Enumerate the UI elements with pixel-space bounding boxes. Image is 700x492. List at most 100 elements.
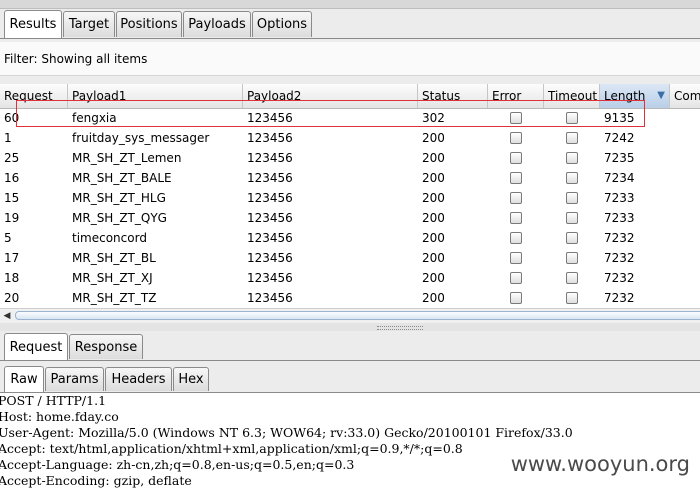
cell-request: 25 bbox=[4, 151, 20, 165]
filter-bar[interactable]: Filter: Showing all items bbox=[0, 42, 700, 76]
tab-request-label: Request bbox=[9, 339, 63, 355]
cell-length: 7242 bbox=[604, 131, 635, 145]
error-checkbox[interactable] bbox=[510, 132, 522, 144]
tab-divider bbox=[0, 38, 700, 39]
error-checkbox[interactable] bbox=[510, 252, 522, 264]
error-checkbox[interactable] bbox=[510, 272, 522, 284]
timeout-checkbox[interactable] bbox=[566, 292, 578, 304]
cell-payload1: MR_SH_ZT_HLG bbox=[72, 191, 166, 205]
timeout-checkbox[interactable] bbox=[566, 252, 578, 264]
cell-payload2: 123456 bbox=[247, 271, 293, 285]
filter-label: Filter: Showing all items bbox=[4, 51, 148, 66]
tab-params-label: Params bbox=[50, 372, 99, 387]
timeout-checkbox[interactable] bbox=[566, 232, 578, 244]
timeout-checkbox[interactable] bbox=[566, 172, 578, 184]
cell-length: 7232 bbox=[604, 251, 635, 265]
cell-status: 200 bbox=[422, 291, 445, 305]
request-header-host: Host: home.fday.co bbox=[0, 409, 119, 424]
tab-headers[interactable]: Headers bbox=[105, 367, 172, 391]
cell-payload1: fruitday_sys_messager bbox=[72, 131, 210, 145]
highlight-box bbox=[16, 100, 645, 127]
table-row[interactable]: 16 MR_SH_ZT_BALE 123456 200 7234 bbox=[0, 168, 700, 188]
cell-length: 7233 bbox=[604, 211, 635, 225]
raw-request-editor[interactable]: POST / HTTP/1.1 Host: home.fday.co User-… bbox=[0, 393, 700, 492]
table-row[interactable]: 1 fruitday_sys_messager 123456 200 7242 bbox=[0, 128, 700, 148]
tab-positions-label: Positions bbox=[120, 17, 178, 32]
cell-status: 200 bbox=[422, 271, 445, 285]
tab-payloads[interactable]: Payloads bbox=[183, 11, 251, 37]
cell-request: 20 bbox=[4, 291, 20, 305]
cell-request: 17 bbox=[4, 251, 20, 265]
tab-results[interactable]: Results bbox=[4, 10, 62, 38]
pane-splitter[interactable] bbox=[0, 323, 700, 331]
message-tab-divider bbox=[0, 360, 700, 361]
watermark: www.wooyun.org bbox=[510, 452, 690, 476]
tab-target[interactable]: Target bbox=[63, 11, 115, 37]
cell-payload2: 123456 bbox=[247, 231, 293, 245]
tab-params[interactable]: Params bbox=[45, 367, 104, 391]
tab-hex-label: Hex bbox=[178, 372, 204, 387]
table-row[interactable]: 17 MR_SH_ZT_BL 123456 200 7232 bbox=[0, 248, 700, 268]
timeout-checkbox[interactable] bbox=[566, 272, 578, 284]
cell-payload1: MR_SH_ZT_BL bbox=[72, 251, 156, 265]
tab-options[interactable]: Options bbox=[252, 11, 312, 37]
tab-positions[interactable]: Positions bbox=[116, 11, 182, 37]
cell-request: 5 bbox=[4, 231, 12, 245]
error-checkbox[interactable] bbox=[510, 172, 522, 184]
table-row[interactable]: 5 timeconcord 123456 200 7232 bbox=[0, 228, 700, 248]
cell-payload1: MR_SH_ZT_XJ bbox=[72, 271, 153, 285]
cell-status: 200 bbox=[422, 211, 445, 225]
timeout-checkbox[interactable] bbox=[566, 192, 578, 204]
cell-payload2: 123456 bbox=[247, 211, 293, 225]
view-tab-bar: Raw Params Headers Hex bbox=[0, 366, 700, 393]
cell-request: 19 bbox=[4, 211, 20, 225]
cell-payload1: MR_SH_ZT_BALE bbox=[72, 171, 172, 185]
table-row[interactable]: 19 MR_SH_ZT_QYG 123456 200 7233 bbox=[0, 208, 700, 228]
tab-results-label: Results bbox=[9, 17, 57, 32]
cell-payload2: 123456 bbox=[247, 151, 293, 165]
timeout-checkbox[interactable] bbox=[566, 212, 578, 224]
column-header-comment[interactable]: Com bbox=[670, 84, 700, 108]
cell-payload2: 123456 bbox=[247, 251, 293, 265]
horizontal-scrollbar[interactable]: ◀ bbox=[0, 308, 700, 323]
error-checkbox[interactable] bbox=[510, 292, 522, 304]
table-row[interactable]: 25 MR_SH_ZT_Lemen 123456 200 7235 bbox=[0, 148, 700, 168]
timeout-checkbox[interactable] bbox=[566, 132, 578, 144]
cell-payload1: MR_SH_ZT_Lemen bbox=[72, 151, 182, 165]
tab-response-label: Response bbox=[74, 339, 138, 355]
cell-payload2: 123456 bbox=[247, 191, 293, 205]
scrollbar-thumb[interactable] bbox=[15, 311, 700, 320]
cell-status: 200 bbox=[422, 191, 445, 205]
cell-payload1: timeconcord bbox=[72, 231, 147, 245]
tab-raw-label: Raw bbox=[10, 372, 38, 387]
tab-headers-label: Headers bbox=[111, 372, 166, 387]
timeout-checkbox[interactable] bbox=[566, 152, 578, 164]
cell-request: 15 bbox=[4, 191, 20, 205]
tab-request[interactable]: Request bbox=[4, 333, 68, 360]
cell-status: 200 bbox=[422, 151, 445, 165]
error-checkbox[interactable] bbox=[510, 212, 522, 224]
error-checkbox[interactable] bbox=[510, 192, 522, 204]
tab-raw[interactable]: Raw bbox=[4, 366, 44, 392]
table-row[interactable]: 20 MR_SH_ZT_TZ 123456 200 7232 bbox=[0, 288, 700, 308]
cell-status: 200 bbox=[422, 251, 445, 265]
tab-hex[interactable]: Hex bbox=[173, 367, 209, 391]
request-header-user-agent: User-Agent: Mozilla/5.0 (Windows NT 6.3;… bbox=[0, 425, 573, 440]
cell-status: 200 bbox=[422, 231, 445, 245]
error-checkbox[interactable] bbox=[510, 232, 522, 244]
scroll-left-icon[interactable]: ◀ bbox=[0, 309, 14, 323]
error-checkbox[interactable] bbox=[510, 152, 522, 164]
tab-options-label: Options bbox=[256, 17, 308, 32]
table-row[interactable]: 15 MR_SH_ZT_HLG 123456 200 7233 bbox=[0, 188, 700, 208]
message-tab-bar: Request Response bbox=[0, 333, 700, 361]
cell-request: 16 bbox=[4, 171, 20, 185]
sort-descending-icon: ▼ bbox=[657, 90, 665, 101]
tab-response[interactable]: Response bbox=[69, 334, 143, 359]
cell-length: 7235 bbox=[604, 151, 635, 165]
tab-target-label: Target bbox=[68, 17, 110, 32]
request-line: POST / HTTP/1.1 bbox=[0, 393, 107, 408]
table-row[interactable]: 18 MR_SH_ZT_XJ 123456 200 7232 bbox=[0, 268, 700, 288]
cell-status: 200 bbox=[422, 131, 445, 145]
cell-payload2: 123456 bbox=[247, 131, 293, 145]
cell-length: 7232 bbox=[604, 231, 635, 245]
